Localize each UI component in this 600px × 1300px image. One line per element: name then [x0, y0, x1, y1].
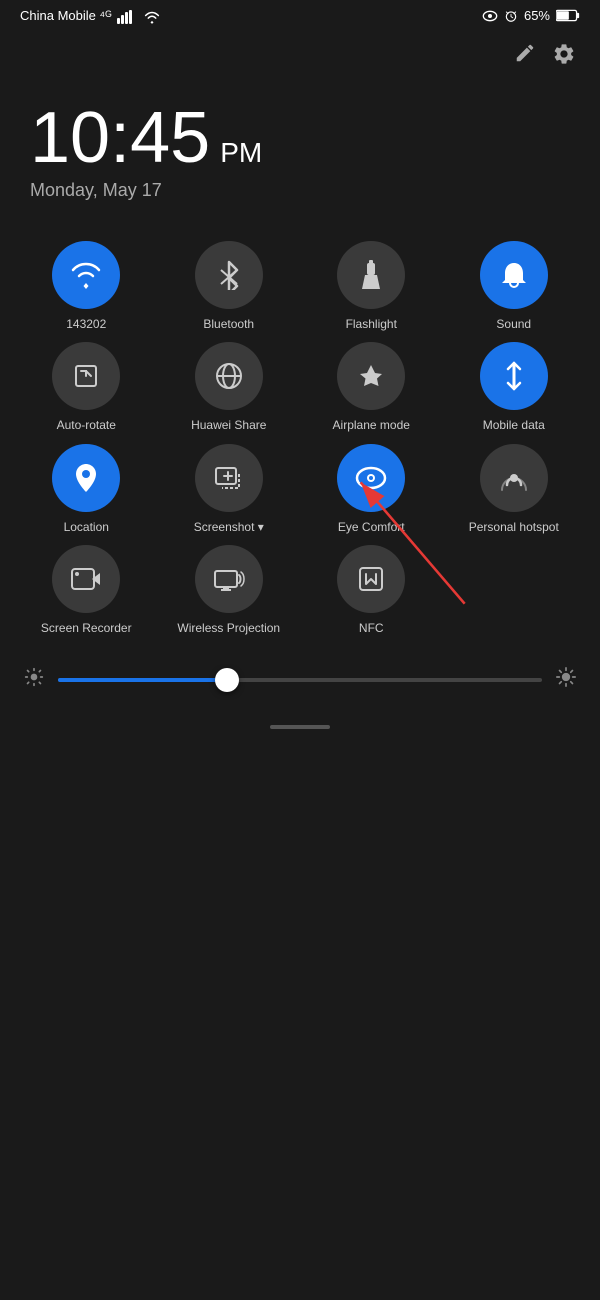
- tile-flashlight[interactable]: Flashlight: [305, 241, 438, 333]
- quick-tiles-wrapper: 143202 Bluetooth Flashlight Sound Auto-rotat…: [0, 231, 600, 647]
- tile-circle-personalhotspot[interactable]: [480, 444, 548, 512]
- tile-circle-screenshot[interactable]: [195, 444, 263, 512]
- tile-circle-wirelessprojection[interactable]: [195, 545, 263, 613]
- alarm-icon: [504, 9, 518, 23]
- tile-eyecomfort[interactable]: Eye Comfort: [305, 444, 438, 536]
- carrier-info: China Mobile ⁴ᴳ: [20, 8, 163, 24]
- brightness-min-icon: [24, 667, 44, 693]
- eye-status-icon: [482, 10, 498, 22]
- tile-wifi[interactable]: 143202: [20, 241, 153, 333]
- brightness-bar[interactable]: [0, 647, 600, 713]
- tile-circle-nfc[interactable]: [337, 545, 405, 613]
- time-section: 10:45 PM Monday, May 17: [0, 82, 600, 231]
- home-indicator: [0, 713, 600, 741]
- tile-mobiledata[interactable]: Mobile data: [448, 342, 581, 434]
- tile-huaweishare[interactable]: Huawei Share: [163, 342, 296, 434]
- signal-icon: [117, 10, 135, 24]
- tile-label-airplanemode: Airplane mode: [333, 418, 410, 434]
- date-display: Monday, May 17: [30, 180, 570, 201]
- tile-circle-location[interactable]: [52, 444, 120, 512]
- tile-circle-autorotate[interactable]: [52, 342, 120, 410]
- tile-location[interactable]: Location: [20, 444, 153, 536]
- tile-label-personalhotspot: Personal hotspot: [469, 520, 559, 536]
- clock-display: 10:45 PM: [30, 102, 570, 174]
- tile-circle-flashlight[interactable]: [337, 241, 405, 309]
- tile-label-eyecomfort: Eye Comfort: [338, 520, 405, 536]
- tile-screenrecorder[interactable]: Screen Recorder: [20, 545, 153, 637]
- wifi-status-icon: [143, 10, 161, 24]
- tile-circle-eyecomfort[interactable]: [337, 444, 405, 512]
- tile-personalhotspot[interactable]: Personal hotspot: [448, 444, 581, 536]
- tile-label-location: Location: [64, 520, 109, 536]
- tile-airplanemode[interactable]: Airplane mode: [305, 342, 438, 434]
- carrier-type: ⁴ᴳ: [100, 8, 112, 23]
- status-bar: China Mobile ⁴ᴳ 65%: [0, 0, 600, 32]
- tile-label-screenshot: Screenshot ▾: [194, 520, 264, 536]
- tile-label-flashlight: Flashlight: [346, 317, 397, 333]
- tile-circle-sound[interactable]: [480, 241, 548, 309]
- tile-bluetooth[interactable]: Bluetooth: [163, 241, 296, 333]
- tile-circle-huaweishare[interactable]: [195, 342, 263, 410]
- tile-circle-bluetooth[interactable]: [195, 241, 263, 309]
- tile-nfc[interactable]: NFC: [305, 545, 438, 637]
- settings-button[interactable]: [552, 42, 576, 72]
- brightness-track[interactable]: [58, 678, 542, 682]
- status-right-icons: 65%: [482, 8, 580, 23]
- brightness-max-icon: [556, 667, 576, 693]
- tile-label-screenrecorder: Screen Recorder: [41, 621, 132, 637]
- time-value: 10:45: [30, 102, 210, 174]
- tile-autorotate[interactable]: Auto-rotate: [20, 342, 153, 434]
- top-action-icons: [0, 32, 600, 82]
- tile-circle-wifi[interactable]: [52, 241, 120, 309]
- tile-screenshot[interactable]: Screenshot ▾: [163, 444, 296, 536]
- tile-label-nfc: NFC: [359, 621, 384, 637]
- brightness-thumb[interactable]: [215, 668, 239, 692]
- battery-icon: [556, 9, 580, 22]
- home-bar: [270, 725, 330, 729]
- tile-label-mobiledata: Mobile data: [483, 418, 545, 434]
- tile-label-autorotate: Auto-rotate: [57, 418, 116, 434]
- tile-sound[interactable]: Sound: [448, 241, 581, 333]
- battery-percent: 65%: [524, 8, 550, 23]
- tile-circle-airplanemode[interactable]: [337, 342, 405, 410]
- tile-label-wifi: 143202: [66, 317, 106, 333]
- carrier-name: China Mobile: [20, 8, 96, 23]
- tile-label-bluetooth: Bluetooth: [203, 317, 254, 333]
- brightness-fill: [58, 678, 227, 682]
- tile-label-wirelessprojection: Wireless Projection: [177, 621, 280, 637]
- tile-circle-screenrecorder[interactable]: [52, 545, 120, 613]
- tile-wirelessprojection[interactable]: Wireless Projection: [163, 545, 296, 637]
- tile-label-huaweishare: Huawei Share: [191, 418, 266, 434]
- quick-tiles-grid: 143202 Bluetooth Flashlight Sound Auto-rotat…: [0, 231, 600, 647]
- tile-label-sound: Sound: [496, 317, 531, 333]
- time-ampm: PM: [220, 139, 262, 167]
- edit-button[interactable]: [514, 42, 536, 72]
- tile-circle-mobiledata[interactable]: [480, 342, 548, 410]
